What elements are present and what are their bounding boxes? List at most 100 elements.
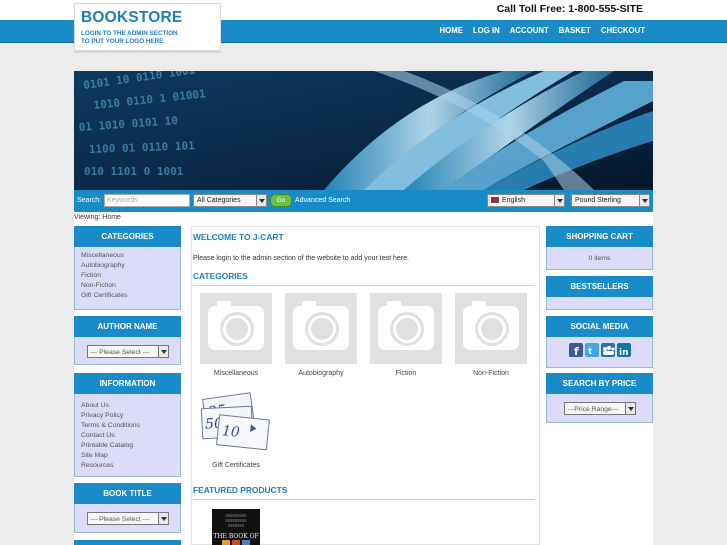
categories-box: CATEGORIES Miscellaneous Autobiography F…: [74, 226, 181, 310]
camera-icon: [455, 293, 527, 364]
social-media-box-title: SOCIAL MEDIA: [546, 316, 653, 337]
flag-icon: [491, 197, 499, 203]
shopping-cart-box-title: SHOPPING CART: [546, 226, 653, 247]
myspace-icon[interactable]: [600, 343, 615, 357]
search-by-price-box-title: SEARCH BY PRICE: [546, 373, 653, 394]
author-box: AUTHOR NAME --- Please Select ---: [74, 316, 181, 365]
social-icons-row: f t in: [568, 343, 631, 358]
social-media-box: SOCIAL MEDIA f t in: [546, 316, 653, 368]
info-link-printable-catalog[interactable]: Printable Catalog: [81, 441, 174, 451]
chevron-down-icon: [639, 195, 649, 206]
bestsellers-box: BESTSELLERS: [546, 276, 653, 310]
shopping-cart-box: SHOPPING CART 0 items: [546, 226, 653, 270]
svg-text:f: f: [574, 345, 579, 358]
author-box-body: --- Please Select ---: [74, 337, 181, 365]
featured-products-title: FEATURED PRODUCTS: [193, 485, 535, 500]
nav-basket[interactable]: BASKET: [559, 26, 591, 35]
categories-section-title: CATEGORIES: [193, 271, 535, 286]
chevron-down-icon: [624, 403, 635, 414]
go-button[interactable]: Go: [270, 194, 292, 207]
facebook-icon[interactable]: f: [568, 343, 583, 358]
category-select[interactable]: All Categories: [193, 194, 267, 207]
welcome-text: Please login to the admin section of the…: [193, 255, 409, 262]
price-range-select-value: ---Price Range---: [567, 406, 619, 413]
logo-tagline-line2: TO PUT YOUR LOGO HERE: [81, 38, 164, 45]
next-box-header: [74, 540, 181, 545]
nav-login[interactable]: LOG IN: [473, 26, 500, 35]
category-tile-label: Non-Fiction: [473, 370, 509, 377]
category-link-gift-certificates[interactable]: Gift Certificates: [81, 291, 174, 301]
category-tile-label: Autobiography: [298, 370, 344, 377]
chevron-down-icon: [157, 346, 168, 357]
search-label: Search:: [77, 197, 102, 204]
author-box-title: AUTHOR NAME: [74, 316, 181, 337]
book-cover-art: [222, 540, 250, 545]
info-link-contact-us[interactable]: Contact Us: [81, 431, 174, 441]
main-content: WELCOME TO J-CART Please login to the ad…: [191, 226, 540, 545]
category-tile-gift-certificates[interactable]: 25 50 10 Gift Certificates: [200, 387, 272, 469]
book-title-select[interactable]: --- Please Select ---: [86, 512, 169, 525]
nav-account[interactable]: ACCOUNT: [510, 26, 549, 35]
category-tile-label: Fiction: [395, 370, 417, 377]
page-container: 0101 10 0110 1001 1010 0110 1 01001 01 1…: [74, 71, 653, 545]
information-box-title: INFORMATION: [74, 373, 181, 394]
banner-art: 0101 10 0110 1001 1010 0110 1 01001 01 1…: [74, 71, 653, 190]
next-box: [74, 540, 181, 545]
chevron-down-icon: [256, 195, 266, 206]
info-link-about-us[interactable]: About Us: [81, 401, 174, 411]
toll-free-number: Call Toll Free: 1-800-555-SITE: [496, 3, 643, 15]
welcome-title: WELCOME TO J-CART: [193, 232, 284, 242]
search-by-price-box: SEARCH BY PRICE ---Price Range---: [546, 373, 653, 423]
shopping-cart-body: 0 items: [546, 247, 653, 270]
bestsellers-box-title: BESTSELLERS: [546, 276, 653, 297]
featured-product-book-cover[interactable]: ≡≡≡≡≡≡≡≡≡ ≡≡≡≡≡≡≡≡≡ ≡≡≡≡≡≡≡ THE BOOK OF: [212, 509, 260, 545]
info-link-site-map[interactable]: Site Map: [81, 451, 174, 461]
language-select[interactable]: English: [487, 194, 565, 207]
info-link-resources[interactable]: Resources: [81, 461, 174, 471]
bestsellers-body: [546, 297, 653, 310]
currency-select[interactable]: Pound Sterling: [571, 194, 650, 207]
linkedin-icon[interactable]: in: [616, 343, 631, 358]
book-cover-text: ≡≡≡≡≡≡≡≡≡ ≡≡≡≡≡≡≡≡≡ ≡≡≡≡≡≡≡: [225, 513, 247, 528]
category-tile-label: Gift Certificates: [212, 462, 260, 469]
info-link-terms[interactable]: Terms & Conditions: [81, 421, 174, 431]
category-tile-miscellaneous[interactable]: Miscellaneous: [200, 293, 272, 377]
logo-tagline-line1: LOGIN TO THE ADMIN SECTION: [81, 30, 178, 37]
social-media-icons: f t in: [546, 337, 653, 368]
book-title-box: BOOK TITLE --- Please Select ---: [74, 483, 181, 533]
breadcrumb: Viewing: Home: [74, 214, 121, 221]
search-input[interactable]: Keywords: [104, 194, 190, 207]
category-link-fiction[interactable]: Fiction: [81, 271, 174, 281]
info-link-privacy-policy[interactable]: Privacy Policy: [81, 411, 174, 421]
category-tile-label: Miscellaneous: [213, 370, 259, 377]
category-link-miscellaneous[interactable]: Miscellaneous: [81, 251, 174, 261]
nav-home[interactable]: HOME: [440, 26, 463, 35]
advanced-search-link[interactable]: Advanced Search: [295, 197, 350, 204]
search-by-price-body: ---Price Range---: [546, 394, 653, 423]
category-link-non-fiction[interactable]: Non-Fiction: [81, 281, 174, 291]
main-nav: HOME LOG IN ACCOUNT BASKET CHECKOUT: [440, 26, 646, 35]
brand-name: BOOKSTORE: [81, 9, 183, 26]
category-tile-fiction[interactable]: Fiction: [370, 293, 442, 377]
information-box: INFORMATION About Us Privacy Policy Term…: [74, 373, 181, 477]
twitter-icon[interactable]: t: [584, 343, 599, 357]
author-select-value: --- Please Select ---: [90, 349, 150, 356]
search-bar: Search: Keywords All Categories Go Advan…: [74, 190, 653, 212]
cart-item-count[interactable]: 0 items: [553, 254, 646, 264]
camera-icon: [370, 293, 442, 364]
svg-text:t: t: [588, 347, 593, 357]
svg-text:010 1101 0 1001: 010 1101 0 1001: [84, 165, 184, 178]
camera-icon: [285, 293, 357, 364]
categories-list: Miscellaneous Autobiography Fiction Non-…: [74, 247, 181, 310]
gift-certificate-icon: 25 50 10: [200, 392, 270, 451]
logo[interactable]: BOOKSTORE LOGIN TO THE ADMIN SECTION TO …: [74, 3, 221, 53]
category-link-autobiography[interactable]: Autobiography: [81, 261, 174, 271]
author-select[interactable]: --- Please Select ---: [86, 345, 169, 358]
price-range-select[interactable]: ---Price Range---: [563, 402, 636, 415]
category-tile-non-fiction[interactable]: Non-Fiction: [455, 293, 527, 377]
category-select-value: All Categories: [197, 197, 241, 204]
book-title-box-body: --- Please Select ---: [74, 504, 181, 533]
svg-text:10: 10: [221, 423, 240, 441]
category-tile-autobiography[interactable]: Autobiography: [285, 293, 357, 377]
nav-checkout[interactable]: CHECKOUT: [601, 26, 645, 35]
